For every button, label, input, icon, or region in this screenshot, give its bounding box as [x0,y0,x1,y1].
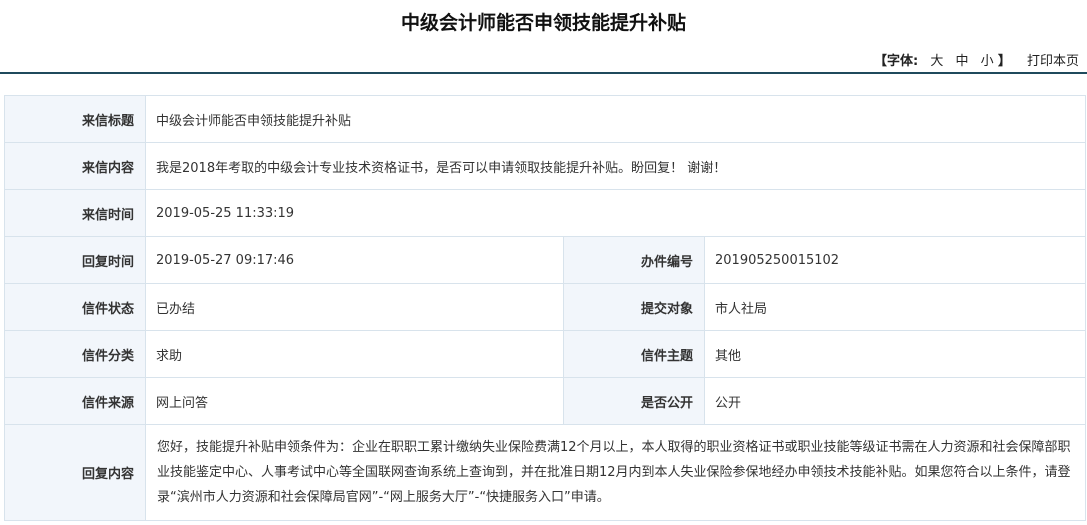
toolbar-bracket-open: 【 [874,54,888,69]
status-value: 已办结 [145,283,564,331]
table-row: 回复内容 您好，技能提升补贴申领条件为：企业在职职工累计缴纳失业保险费满12个月… [4,424,1086,521]
source-label: 信件来源 [4,377,146,425]
public-label: 是否公开 [563,377,705,425]
status-label: 信件状态 [4,283,146,331]
table-row: 信件分类 求助 信件主题 其他 [4,330,1086,378]
reply-label: 回复内容 [4,424,146,521]
table-row: 来信标题 中级会计师能否申领技能提升补贴 [4,95,1086,143]
header-divider [0,72,1087,74]
table-row: 回复时间 2019-05-27 09:17:46 办件编号 2019052500… [4,236,1086,284]
case-no-label: 办件编号 [563,236,705,284]
reply-time-value: 2019-05-27 09:17:46 [145,236,564,284]
table-row: 来信时间 2019-05-25 11:33:19 [4,189,1086,237]
subject-value: 中级会计师能否申领技能提升补贴 [145,95,1086,143]
target-label: 提交对象 [563,283,705,331]
font-size-small-link[interactable]: 小 [981,54,994,69]
content-value: 我是2018年考取的中级会计专业技术资格证书，是否可以申请领取技能提升补贴。盼回… [145,142,1086,190]
letter-detail-table: 来信标题 中级会计师能否申领技能提升补贴 来信内容 我是2018年考取的中级会计… [4,95,1086,521]
topic-label: 信件主题 [563,330,705,378]
reply-value: 您好，技能提升补贴申领条件为：企业在职职工累计缴纳失业保险费满12个月以上，本人… [145,424,1086,521]
category-label: 信件分类 [4,330,146,378]
font-size-label: 字体: [887,54,919,69]
target-value: 市人社局 [704,283,1086,331]
case-no-value: 201905250015102 [704,236,1086,284]
table-row: 信件状态 已办结 提交对象 市人社局 [4,283,1086,331]
topic-value: 其他 [704,330,1086,378]
toolbar-bracket-close: 】 [997,54,1011,69]
subject-label: 来信标题 [4,95,146,143]
public-value: 公开 [704,377,1086,425]
toolbar: 【字体: 大 中 小 】 打印本页 [874,50,1079,69]
category-value: 求助 [145,330,564,378]
sent-time-label: 来信时间 [4,189,146,237]
content-label: 来信内容 [4,142,146,190]
sent-time-value: 2019-05-25 11:33:19 [145,189,1086,237]
page-title: 中级会计师能否申领技能提升补贴 [400,12,686,34]
table-row: 信件来源 网上问答 是否公开 公开 [4,377,1086,425]
source-value: 网上问答 [145,377,564,425]
reply-time-label: 回复时间 [4,236,146,284]
print-page-link[interactable]: 打印本页 [1027,54,1079,69]
table-row: 来信内容 我是2018年考取的中级会计专业技术资格证书，是否可以申请领取技能提升… [4,142,1086,190]
font-size-medium-link[interactable]: 中 [956,54,969,69]
font-size-large-link[interactable]: 大 [930,54,943,69]
